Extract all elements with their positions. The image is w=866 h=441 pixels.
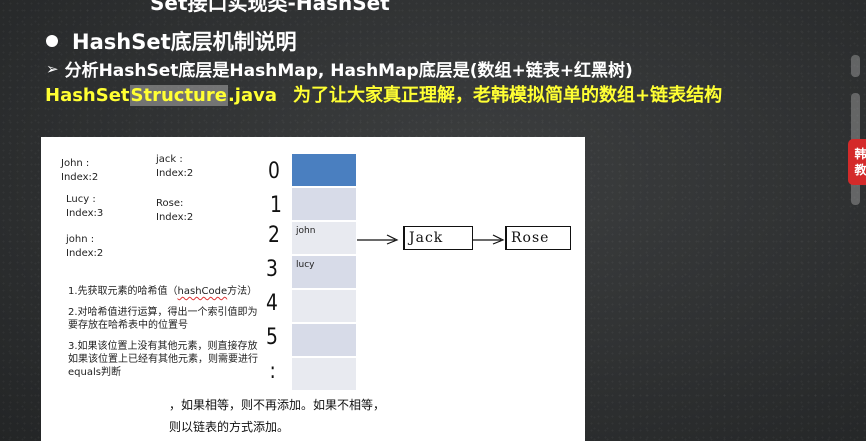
- sub-heading-text: 分析HashSet底层是HashMap, HashMap底层是(数组+链表+红黑…: [64, 61, 633, 81]
- side-badge[interactable]: 韩 教: [848, 139, 866, 185]
- file-note-line: HashSetStructure.java 为了让大家真正理解，老韩模拟简单的数组…: [45, 81, 722, 107]
- sub-heading: ➢ 分析HashSet底层是HashMap, HashMap底层是(数组+链表+…: [46, 56, 633, 82]
- arrow-bullet-icon: ➢: [46, 59, 59, 78]
- diagram-panel: John : Index:2 jack : Index:2 Lucy : Ind…: [41, 137, 585, 441]
- chain-arrows: [357, 234, 505, 245]
- file-name-highlight: Structure: [129, 85, 228, 106]
- slide-title-partial: Set接口实现类-HashSet: [150, 0, 390, 15]
- file-note-text: 为了让大家真正理解，老韩模拟简单的数组+链表结构: [293, 85, 723, 106]
- bullet-heading: HashSet底层机制说明: [46, 26, 297, 56]
- scrollbar-thumb-mid[interactable]: [851, 93, 860, 145]
- side-badge-line1: 韩: [854, 147, 866, 161]
- side-badge-line2: 教: [854, 163, 866, 177]
- file-name-suffix: .java: [227, 85, 277, 106]
- bullet-dot-icon: [46, 35, 58, 47]
- chain-node-jack: Jack: [403, 226, 473, 250]
- bullet-heading-text: HashSet底层机制说明: [72, 30, 297, 54]
- chain-node-rose: Rose: [505, 226, 571, 250]
- scrollbar-thumb-top[interactable]: [851, 55, 860, 77]
- file-name-prefix: HashSet: [45, 85, 130, 106]
